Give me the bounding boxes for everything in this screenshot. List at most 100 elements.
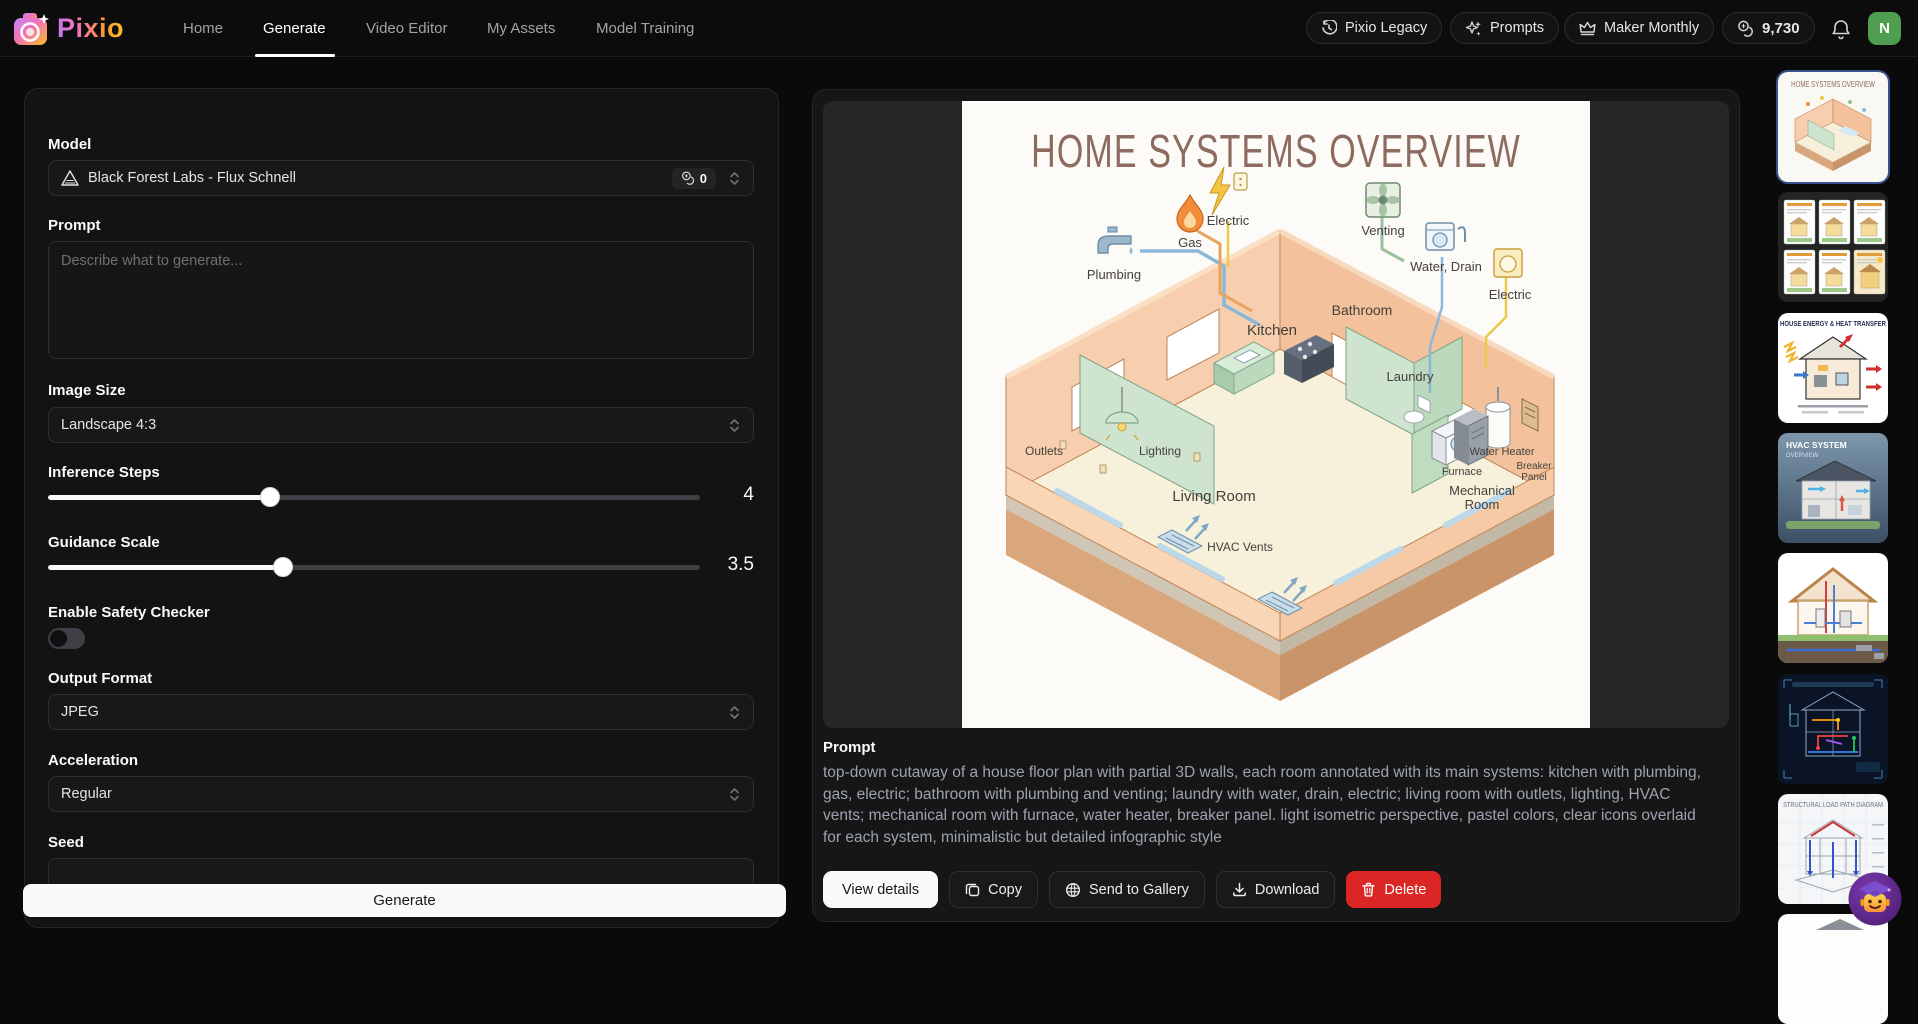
label-mechanical-1: Mechanical: [1449, 483, 1515, 498]
download-label: Download: [1254, 881, 1320, 898]
inference-steps-thumb[interactable]: [260, 487, 280, 507]
inference-steps-slider[interactable]: [48, 487, 700, 507]
nav-link-video-editor[interactable]: Video Editor: [366, 0, 447, 57]
guidance-scale-thumb[interactable]: [273, 557, 293, 577]
prompt-input[interactable]: [48, 241, 754, 359]
copy-button[interactable]: Copy: [949, 871, 1038, 908]
view-details-button[interactable]: View details: [823, 871, 939, 908]
model-value: Black Forest Labs - Flux Schnell: [88, 170, 296, 186]
model-cost-badge: 0: [671, 167, 716, 189]
label-venting: Venting: [1361, 223, 1404, 238]
brand-name[interactable]: Pixio: [57, 13, 124, 44]
maker-monthly-label: Maker Monthly: [1604, 20, 1700, 36]
download-icon: [1232, 882, 1246, 897]
assistant-mascot-button[interactable]: [1848, 872, 1902, 926]
thumbnail-house-energy-heat-transfer[interactable]: HOUSE ENERGY & HEAT TRANSFER: [1778, 313, 1888, 423]
nav-link-generate[interactable]: Generate: [263, 0, 326, 57]
model-provider-icon: [61, 170, 79, 186]
venting-fan-icon: [1365, 182, 1401, 218]
avatar[interactable]: N: [1868, 12, 1901, 45]
thumbnail-partial[interactable]: [1778, 914, 1888, 1024]
maker-monthly-button[interactable]: Maker Monthly: [1564, 12, 1715, 44]
guidance-scale-slider[interactable]: [48, 557, 700, 577]
image-title: HOME SYSTEMS OVERVIEW: [1031, 125, 1521, 177]
copy-icon: [965, 883, 980, 897]
safety-checker-toggle[interactable]: [48, 628, 85, 649]
nav-link-home[interactable]: Home: [183, 0, 223, 57]
model-select[interactable]: Black Forest Labs - Flux Schnell 0: [48, 160, 754, 196]
result-prompt-label: Prompt: [823, 739, 876, 756]
crown-icon: [1579, 21, 1596, 36]
acceleration-label: Acceleration: [48, 752, 139, 769]
prompt-label: Prompt: [48, 217, 101, 234]
label-mechanical-2: Room: [1465, 497, 1500, 512]
thumbnail-title: HOUSE ENERGY & HEAT TRANSFER: [1780, 320, 1886, 328]
copy-label: Copy: [988, 881, 1022, 898]
credits-count: 9,730: [1762, 19, 1800, 37]
acceleration-value: Regular: [61, 786, 112, 802]
label-gas: Gas: [1178, 235, 1202, 250]
slider-track[interactable]: [48, 495, 700, 500]
generate-button[interactable]: Generate: [23, 884, 786, 917]
thumbnail-title: HVAC SYSTEM: [1786, 440, 1847, 450]
pixio-legacy-label: Pixio Legacy: [1345, 20, 1428, 36]
label-breaker-2: Panel: [1521, 472, 1547, 483]
bell-icon[interactable]: [1831, 19, 1851, 40]
generated-image[interactable]: HOME SYSTEMS OVERVIEW Plumbing Gas Elect…: [962, 101, 1590, 728]
chevrons-up-down-icon: [730, 705, 739, 719]
thumbnail-electrical-wireframe[interactable]: [1778, 674, 1888, 784]
label-living-room: Living Room: [1172, 488, 1255, 505]
sparkles-icon: [1465, 20, 1481, 36]
globe-icon: [1065, 882, 1080, 897]
nav-link-model-training[interactable]: Model Training: [596, 0, 694, 57]
inference-steps-label: Inference Steps: [48, 464, 160, 481]
thumbnail-title: HOME SYSTEMS OVERVIEW: [1791, 79, 1875, 89]
pixio-logo-icon[interactable]: [13, 11, 51, 47]
model-label: Model: [48, 136, 92, 153]
dryer-icon: [1493, 248, 1523, 278]
send-to-gallery-label: Send to Gallery: [1088, 881, 1189, 898]
credits-pill[interactable]: 9,730: [1722, 12, 1815, 44]
thumbnail-plumbing-cross-section[interactable]: [1778, 553, 1888, 663]
label-electric-top: Electric: [1207, 213, 1250, 228]
coins-icon: [681, 171, 694, 185]
safety-checker-label: Enable Safety Checker: [48, 604, 210, 621]
acceleration-select[interactable]: Regular: [48, 776, 754, 812]
active-tab-underline: [255, 54, 335, 57]
thumbnail-hvac-system-overview[interactable]: HVAC SYSTEM OVERVIEW: [1778, 433, 1888, 543]
label-furnace: Furnace: [1442, 466, 1482, 478]
seed-label: Seed: [48, 834, 84, 851]
chevrons-up-down-icon: [730, 418, 739, 432]
history-icon: [1322, 20, 1337, 35]
delete-label: Delete: [1384, 881, 1427, 898]
pixio-legacy-button[interactable]: Pixio Legacy: [1306, 12, 1443, 44]
label-bathroom: Bathroom: [1332, 302, 1393, 318]
guidance-scale-value: 3.5: [727, 554, 754, 575]
thumbnail-title: STRUCTURAL LOAD PATH DIAGRAM: [1783, 802, 1883, 810]
nav-link-my-assets[interactable]: My Assets: [487, 0, 555, 57]
label-lighting: Lighting: [1139, 444, 1181, 458]
download-button[interactable]: Download: [1215, 871, 1336, 908]
label-electric-right: Electric: [1489, 287, 1532, 302]
delete-button[interactable]: Delete: [1346, 871, 1442, 908]
label-hvac-vents: HVAC Vents: [1207, 540, 1273, 554]
thumbnail-home-systems-overview[interactable]: HOME SYSTEMS OVERVIEW: [1778, 72, 1888, 182]
thumbnail-subtitle: OVERVIEW: [1786, 453, 1819, 459]
label-plumbing: Plumbing: [1087, 267, 1141, 282]
output-format-label: Output Format: [48, 670, 153, 687]
inference-steps-value: 4: [743, 484, 754, 505]
output-format-select[interactable]: JPEG: [48, 694, 754, 730]
thumbnail-six-panel-guide[interactable]: [1778, 192, 1888, 302]
image-size-label: Image Size: [48, 382, 126, 399]
send-to-gallery-button[interactable]: Send to Gallery: [1048, 871, 1205, 908]
label-laundry: Laundry: [1387, 369, 1434, 384]
slider-track[interactable]: [48, 565, 700, 570]
label-breaker-1: Breaker: [1516, 461, 1552, 472]
image-size-select[interactable]: Landscape 4:3: [48, 407, 754, 443]
chevrons-up-down-icon: [730, 171, 739, 185]
label-outlets: Outlets: [1025, 444, 1063, 458]
result-prompt-text: top-down cutaway of a house floor plan w…: [823, 764, 1701, 846]
prompts-label: Prompts: [1490, 20, 1544, 36]
prompts-button[interactable]: Prompts: [1450, 12, 1559, 44]
guidance-scale-label: Guidance Scale: [48, 534, 160, 551]
